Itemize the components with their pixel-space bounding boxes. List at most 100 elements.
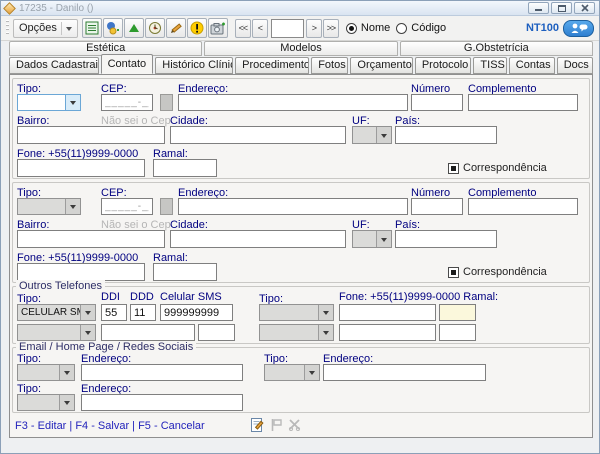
tel2-fone-input[interactable]: [339, 304, 436, 321]
tel2-tipo-select[interactable]: [259, 304, 334, 321]
clock-button[interactable]: [145, 18, 165, 38]
addr1-cep-input[interactable]: [101, 94, 153, 111]
tel4-ramal-input[interactable]: [439, 324, 476, 341]
email2-tipo-select[interactable]: [264, 364, 320, 381]
search-input[interactable]: [271, 19, 304, 38]
edit-button[interactable]: [166, 18, 186, 38]
records-button[interactable]: [82, 18, 102, 38]
tab-docs[interactable]: Docs: [557, 57, 593, 74]
addr2-endereco-input[interactable]: [178, 198, 408, 215]
addr1-cep-search-button[interactable]: [160, 94, 173, 111]
addr2-cidade-input[interactable]: [170, 230, 346, 248]
addr2-fone-input[interactable]: [17, 263, 145, 281]
addr1-tipo-select[interactable]: [17, 94, 81, 111]
tab-dados-cadastrais[interactable]: Dados Cadastrais: [9, 57, 99, 74]
chat-button[interactable]: [563, 20, 594, 37]
nav-last-button[interactable]: >>: [323, 19, 339, 38]
chat-icon: [569, 22, 589, 34]
cut-icon: [288, 418, 301, 431]
tab-contato[interactable]: Contato: [101, 54, 154, 74]
addr2-cep-input[interactable]: [101, 198, 153, 215]
tel4-tipo-select[interactable]: [259, 324, 334, 341]
close-button[interactable]: [574, 2, 595, 14]
addr1-cidade-input[interactable]: [170, 126, 346, 144]
chevron-down-icon: [80, 325, 95, 340]
minimize-button[interactable]: [528, 2, 549, 14]
email1-tipo-select[interactable]: [17, 364, 75, 381]
tab-modelos[interactable]: Modelos: [204, 41, 397, 56]
nav-prev-button[interactable]: <: [252, 19, 268, 38]
tab-orcamento[interactable]: Orçamento: [350, 57, 412, 74]
ddd-label: DDD: [130, 291, 154, 303]
ddi-label: DDI: [101, 291, 120, 303]
addr1-uf-select[interactable]: [352, 126, 392, 144]
maximize-button[interactable]: [551, 2, 572, 14]
addr1-fone-input[interactable]: [17, 159, 145, 177]
outros-telefones-group: Outros Telefones Tipo: DDI DDD Celular S…: [12, 286, 590, 344]
chevron-down-icon: [66, 27, 72, 34]
nav-first-button[interactable]: <<: [235, 19, 251, 38]
tel1-ddi-input[interactable]: [101, 304, 127, 321]
tel2-ramal-input[interactable]: [439, 304, 476, 321]
radio-codigo[interactable]: Código: [396, 22, 446, 34]
addr2-bairro-input[interactable]: [17, 230, 165, 248]
addr2-cep-search-button[interactable]: [160, 198, 173, 215]
tab-fotos[interactable]: Fotos: [311, 57, 348, 74]
tab-procedimento[interactable]: Procedimento: [235, 57, 309, 74]
tel1-celular-input[interactable]: [160, 304, 233, 321]
maximize-icon: [558, 5, 566, 12]
address-group-1: Tipo: CEP: Endereço: Número Complemento …: [12, 78, 590, 179]
minimize-icon: [535, 9, 542, 11]
nao-sei-cep-link[interactable]: Não sei o Cep: [101, 115, 171, 127]
cut-button: [288, 418, 301, 431]
tab-tiss[interactable]: TISS: [473, 57, 506, 74]
addr1-complemento-input[interactable]: [468, 94, 578, 111]
addr1-pais-input[interactable]: [395, 126, 497, 144]
alert-button[interactable]: [187, 18, 207, 38]
outros-telefones-title: Outros Telefones: [16, 280, 105, 292]
records-icon: [85, 21, 99, 35]
email3-tipo-select[interactable]: [17, 394, 75, 411]
tab-historico-clinico[interactable]: Histórico Clínico: [155, 57, 233, 74]
addr2-complemento-input[interactable]: [468, 198, 578, 215]
triangle-button[interactable]: [124, 18, 144, 38]
addr2-uf-select[interactable]: [352, 230, 392, 248]
email1-endereco-input[interactable]: [81, 364, 243, 381]
tel3-tipo-select[interactable]: [17, 324, 96, 341]
addr1-ramal-input[interactable]: [153, 159, 217, 177]
tel3-fone-input[interactable]: [101, 324, 195, 341]
email2-endereco-input[interactable]: [323, 364, 486, 381]
email3-endereco-input[interactable]: [81, 394, 243, 411]
edit-note-button[interactable]: [250, 417, 264, 433]
camera-add-button[interactable]: [208, 18, 228, 38]
addr1-numero-input[interactable]: [411, 94, 463, 111]
addr1-endereco-input[interactable]: [178, 94, 408, 111]
tel1-ddd-input[interactable]: [130, 304, 156, 321]
addr2-tipo-select[interactable]: [17, 198, 81, 215]
diamond-icon: [3, 2, 16, 15]
edit-note-icon: [250, 417, 264, 433]
options-label: Opções: [19, 22, 57, 34]
tab-protocolo[interactable]: Protocolo: [415, 57, 472, 74]
chevron-down-icon: [376, 231, 391, 247]
addr1-bairro-input[interactable]: [17, 126, 165, 144]
addr2-ramal-input[interactable]: [153, 263, 217, 281]
addr1-correspondencia-checkbox[interactable]: [448, 163, 459, 174]
tab-row-primary: Dados Cadastrais Contato Histórico Clíni…: [9, 57, 593, 74]
radio-nome[interactable]: Nome: [346, 22, 390, 34]
nao-sei-cep-link[interactable]: Não sei o Cep: [101, 219, 171, 231]
nav-next-button[interactable]: >: [306, 19, 322, 38]
checkbox-fill-icon: [451, 166, 456, 171]
options-button[interactable]: Opções: [13, 19, 78, 38]
tab-gobstetricia[interactable]: G.Obstetrícia: [400, 41, 593, 56]
tab-contas[interactable]: Contas: [509, 57, 555, 74]
add-record-button[interactable]: [103, 18, 123, 38]
tel3-ramal-input[interactable]: [198, 324, 235, 341]
addr2-correspondencia-checkbox[interactable]: [448, 267, 459, 278]
chevron-down-icon: [80, 305, 95, 320]
tel4-fone-input[interactable]: [339, 324, 436, 341]
addr2-numero-input[interactable]: [411, 198, 463, 215]
tel1-tipo-select[interactable]: CELULAR SMS: [17, 304, 96, 321]
radio-nome-circle: [346, 23, 357, 34]
addr2-pais-input[interactable]: [395, 230, 497, 248]
